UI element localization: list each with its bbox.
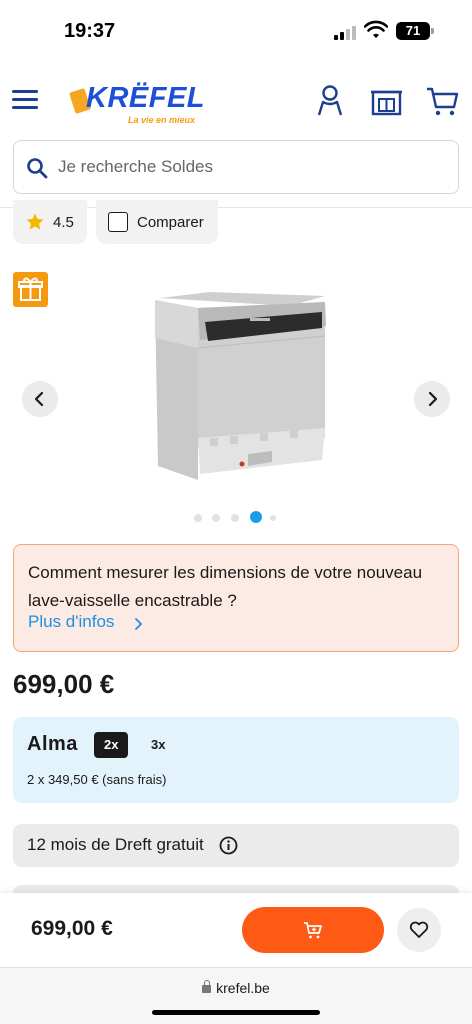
heart-icon	[409, 921, 429, 938]
site-header: KRËFEL La vie en mieux	[0, 72, 472, 132]
product-image[interactable]	[150, 288, 330, 484]
url-display[interactable]: krefel.be	[0, 980, 472, 996]
search-bar	[13, 140, 459, 194]
search-input[interactable]	[58, 141, 438, 193]
carousel-dot[interactable]	[231, 514, 239, 522]
url-text: krefel.be	[216, 980, 270, 996]
browser-address-bar[interactable]: krefel.be	[0, 967, 472, 1024]
sticky-cart-bar: 699,00 €	[0, 893, 472, 967]
alma-installment-detail: 2 x 349,50 € (sans frais)	[27, 772, 167, 787]
logo-text: KRËFEL	[86, 82, 205, 114]
info-icon[interactable]	[219, 836, 238, 855]
signal-icon	[334, 24, 360, 40]
carousel-next-button[interactable]	[414, 381, 450, 417]
measure-info-box: Comment mesurer les dimensions de votre …	[13, 544, 459, 652]
dreft-offer-label: 12 mois de Dreft gratuit	[27, 835, 204, 854]
alma-payment-box: Alma 2x 3x 2 x 349,50 € (sans frais)	[13, 717, 459, 803]
wifi-icon	[364, 20, 388, 38]
home-indicator	[152, 1010, 320, 1015]
rating-chip[interactable]: 4.5	[13, 200, 87, 244]
compare-chip[interactable]: Comparer	[96, 200, 218, 244]
rating-value: 4.5	[53, 213, 74, 231]
cart-icon[interactable]	[424, 82, 460, 118]
carousel-dot[interactable]	[270, 515, 276, 521]
gift-icon	[18, 277, 43, 301]
add-to-cart-button[interactable]	[242, 907, 384, 953]
account-icon[interactable]	[312, 82, 348, 118]
sticky-price: 699,00 €	[31, 917, 113, 940]
logo-tagline: La vie en mieux	[128, 115, 196, 125]
carousel-prev-button[interactable]	[22, 381, 58, 417]
chevron-right-icon[interactable]	[133, 617, 143, 631]
wishlist-button[interactable]	[397, 908, 441, 952]
chevron-right-icon	[428, 391, 438, 407]
chevron-left-icon	[34, 391, 44, 407]
more-info-link[interactable]: Plus d'infos	[28, 612, 114, 632]
dreft-offer[interactable]: 12 mois de Dreft gratuit	[13, 824, 459, 867]
menu-icon[interactable]	[12, 88, 40, 112]
compare-label: Comparer	[137, 213, 204, 231]
status-bar: 19:37 71	[0, 0, 472, 60]
store-icon[interactable]	[368, 82, 404, 118]
alma-option-3x[interactable]: 3x	[141, 732, 175, 758]
carousel-dot[interactable]	[250, 511, 262, 523]
lock-icon	[202, 980, 212, 993]
search-icon[interactable]	[26, 157, 48, 179]
gift-badge[interactable]	[13, 272, 48, 307]
status-time: 19:37	[64, 20, 116, 42]
star-icon	[26, 213, 44, 230]
battery-indicator: 71	[396, 22, 434, 40]
cart-icon	[304, 922, 322, 939]
carousel-dot[interactable]	[194, 514, 202, 522]
alma-logo: Alma	[27, 733, 78, 755]
product-price: 699,00 €	[13, 669, 115, 699]
carousel-dot[interactable]	[212, 514, 220, 522]
alma-option-2x[interactable]: 2x	[94, 732, 129, 758]
measure-info-text: Comment mesurer les dimensions de votre …	[28, 563, 423, 610]
compare-checkbox[interactable]	[108, 212, 128, 232]
krefel-logo[interactable]: KRËFEL La vie en mieux	[68, 78, 205, 128]
carousel-dots	[194, 511, 284, 525]
